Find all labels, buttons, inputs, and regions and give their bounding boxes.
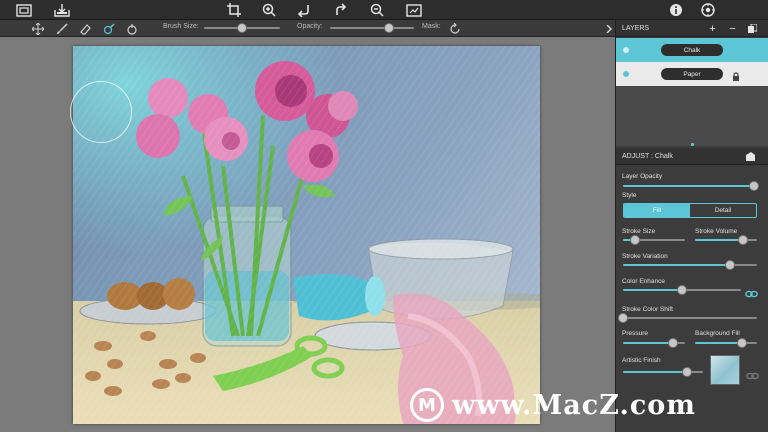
background-fill-knob[interactable]	[736, 338, 747, 348]
brush-size-knob[interactable]	[237, 23, 247, 33]
adjust-header: ADJUST : Chalk	[616, 148, 768, 165]
fit-screen-icon[interactable]	[404, 1, 424, 19]
opacity-label: Opacity:	[297, 23, 323, 30]
style-option-fill[interactable]: Fill	[624, 204, 690, 217]
layer-visibility-icon[interactable]	[623, 47, 629, 53]
layer-name: Paper	[661, 68, 723, 80]
stroke-color-shift-label: Stroke Color Shift	[622, 306, 673, 313]
remove-layer-button[interactable]: −	[726, 22, 739, 35]
brush-size-label: Brush Size:	[163, 23, 199, 30]
add-layer-button[interactable]: +	[706, 22, 719, 35]
brush-size-slider[interactable]	[204, 23, 280, 33]
crop-icon[interactable]	[224, 1, 244, 19]
artistic-finish-label: Artistic Finish	[622, 357, 661, 364]
brush-tool-icon[interactable]	[54, 21, 70, 36]
tool-options-bar: Brush Size: Opacity: Mask:	[0, 20, 615, 37]
stroke-variation-knob[interactable]	[725, 260, 736, 270]
stroke-color-shift-slider[interactable]	[618, 313, 757, 323]
layer-row-paper[interactable]: Paper	[616, 62, 768, 86]
eraser-tool-icon[interactable]	[78, 21, 94, 36]
pressure-slider[interactable]	[623, 338, 685, 348]
panel-resize-handle[interactable]	[691, 143, 694, 146]
lock-icon[interactable]	[732, 69, 740, 87]
mask-label: Mask:	[422, 23, 441, 30]
stroke-volume-label: Stroke Volume	[695, 228, 738, 235]
zoom-in-icon[interactable]	[259, 1, 279, 19]
settings-icon[interactable]	[698, 1, 718, 19]
style-option-detail[interactable]: Detail	[690, 204, 756, 217]
stroke-size-knob[interactable]	[630, 235, 641, 245]
watermark-text: www.MacZ.com	[452, 389, 696, 421]
brush-cursor	[70, 81, 132, 143]
move-tool-icon[interactable]	[30, 21, 46, 36]
opacity-slider[interactable]	[330, 23, 414, 33]
stroke-variation-label: Stroke Variation	[622, 253, 668, 260]
layers-list-empty	[616, 86, 768, 146]
zoom-out-icon[interactable]	[367, 1, 387, 19]
layer-row-chalk[interactable]: Chalk	[616, 38, 768, 62]
info-icon[interactable]	[666, 1, 686, 19]
right-panel: LAYERS + − Chalk Paper ADJUST : Chalk La…	[615, 20, 768, 432]
frame-icon[interactable]	[14, 1, 34, 19]
link-icon[interactable]	[745, 285, 758, 303]
stroke-color-shift-knob[interactable]	[618, 313, 628, 323]
undo-icon[interactable]	[294, 1, 314, 19]
layer-name: Chalk	[661, 44, 723, 56]
restore-tool-icon[interactable]	[124, 21, 140, 36]
stroke-volume-knob[interactable]	[738, 235, 749, 245]
canvas-area[interactable]	[0, 37, 615, 432]
pressure-label: Pressure	[622, 330, 649, 337]
pressure-knob[interactable]	[667, 338, 678, 348]
preset-icon[interactable]	[744, 150, 757, 163]
artistic-finish-knob[interactable]	[682, 367, 692, 377]
mask-toggle-icon[interactable]	[447, 21, 463, 36]
layer-opacity-label: Layer Opacity	[622, 173, 663, 180]
opacity-knob[interactable]	[383, 23, 394, 33]
link-off-icon[interactable]	[746, 367, 759, 385]
main-toolbar	[0, 0, 768, 20]
watermark-logo: M	[410, 388, 444, 422]
color-enhance-slider[interactable]	[623, 285, 741, 295]
layer-opacity-slider[interactable]	[623, 181, 760, 191]
watermark: M www.MacZ.com	[410, 385, 696, 425]
stroke-variation-slider[interactable]	[623, 260, 757, 270]
smudge-tool-icon[interactable]	[101, 21, 117, 36]
adjust-title: ADJUST : Chalk	[622, 152, 673, 160]
layers-title: LAYERS	[622, 24, 650, 32]
duplicate-layer-icon[interactable]	[746, 22, 759, 35]
background-fill-label: Background Fill	[695, 330, 740, 337]
stroke-volume-slider[interactable]	[695, 235, 757, 245]
artistic-finish-slider[interactable]	[623, 367, 703, 377]
background-fill-slider[interactable]	[695, 338, 757, 348]
color-enhance-knob[interactable]	[677, 285, 687, 295]
artwork-canvas[interactable]	[73, 46, 540, 424]
artistic-finish-preview[interactable]	[710, 355, 740, 385]
style-segmented-control[interactable]: Fill Detail	[623, 203, 757, 218]
collapse-panel-icon[interactable]	[602, 20, 615, 37]
redo-icon[interactable]	[331, 1, 351, 19]
open-file-icon[interactable]	[52, 1, 72, 19]
layer-visibility-icon[interactable]	[623, 71, 629, 77]
layers-header: LAYERS + −	[616, 20, 768, 37]
layer-opacity-knob[interactable]	[749, 181, 760, 191]
color-enhance-label: Color Enhance	[622, 278, 665, 285]
stroke-size-slider[interactable]	[623, 235, 685, 245]
style-label: Style	[622, 192, 637, 199]
stroke-size-label: Stroke Size	[622, 228, 656, 235]
